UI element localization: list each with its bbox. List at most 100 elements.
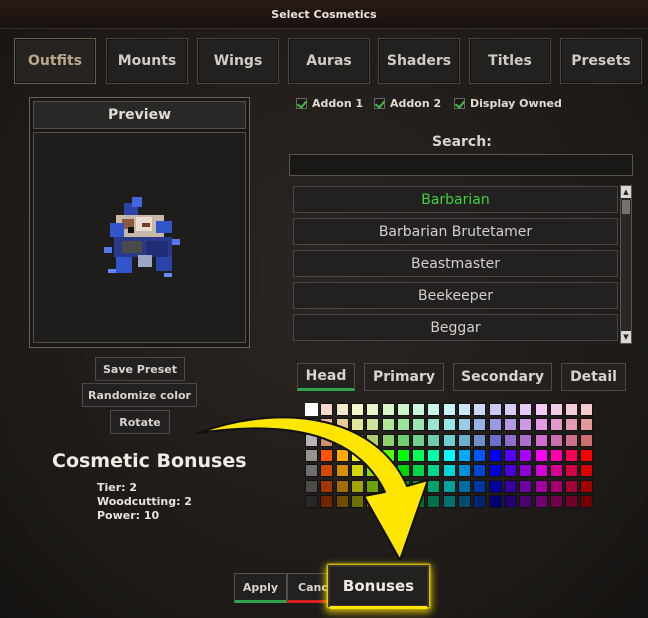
color-swatch[interactable] bbox=[443, 495, 456, 508]
list-item[interactable]: Beekeeper bbox=[293, 282, 618, 309]
color-swatch[interactable] bbox=[412, 464, 425, 477]
color-swatch[interactable] bbox=[351, 495, 364, 508]
color-swatch[interactable] bbox=[565, 464, 578, 477]
apply-button[interactable]: Apply bbox=[234, 573, 287, 603]
color-swatch[interactable] bbox=[504, 464, 517, 477]
color-swatch[interactable] bbox=[535, 495, 548, 508]
color-swatch[interactable] bbox=[443, 403, 456, 416]
color-swatch[interactable] bbox=[473, 480, 486, 493]
color-swatch[interactable] bbox=[535, 434, 548, 447]
color-swatch[interactable] bbox=[305, 434, 318, 447]
color-swatch[interactable] bbox=[458, 464, 471, 477]
color-swatch[interactable] bbox=[458, 403, 471, 416]
color-swatch[interactable] bbox=[565, 418, 578, 431]
color-swatch[interactable] bbox=[504, 418, 517, 431]
color-swatch[interactable] bbox=[366, 449, 379, 462]
color-swatch[interactable] bbox=[336, 449, 349, 462]
color-swatch[interactable] bbox=[427, 449, 440, 462]
color-swatch[interactable] bbox=[397, 480, 410, 493]
color-swatch[interactable] bbox=[550, 480, 563, 493]
color-swatch[interactable] bbox=[412, 434, 425, 447]
tab-auras[interactable]: Auras bbox=[288, 38, 370, 84]
color-swatch[interactable] bbox=[427, 464, 440, 477]
color-swatch[interactable] bbox=[443, 434, 456, 447]
triangle-down-icon[interactable]: ▼ bbox=[621, 331, 631, 343]
color-swatch[interactable] bbox=[366, 403, 379, 416]
color-swatch[interactable] bbox=[443, 480, 456, 493]
color-swatch[interactable] bbox=[519, 464, 532, 477]
color-swatch[interactable] bbox=[305, 495, 318, 508]
list-item[interactable]: Barbarian Brutetamer bbox=[293, 218, 618, 245]
color-swatch[interactable] bbox=[320, 418, 333, 431]
color-swatch[interactable] bbox=[535, 403, 548, 416]
color-swatch[interactable] bbox=[550, 434, 563, 447]
color-swatch[interactable] bbox=[382, 418, 395, 431]
color-swatch[interactable] bbox=[473, 464, 486, 477]
color-swatch[interactable] bbox=[305, 480, 318, 493]
color-swatch[interactable] bbox=[473, 449, 486, 462]
color-swatch[interactable] bbox=[351, 480, 364, 493]
color-swatch[interactable] bbox=[336, 403, 349, 416]
color-swatch[interactable] bbox=[382, 449, 395, 462]
color-swatch[interactable] bbox=[565, 480, 578, 493]
color-swatch[interactable] bbox=[397, 418, 410, 431]
color-swatch[interactable] bbox=[336, 480, 349, 493]
color-swatch[interactable] bbox=[489, 495, 502, 508]
color-swatch[interactable] bbox=[580, 495, 593, 508]
color-swatch[interactable] bbox=[320, 495, 333, 508]
tab-wings[interactable]: Wings bbox=[197, 38, 279, 84]
color-swatch[interactable] bbox=[504, 480, 517, 493]
color-swatch[interactable] bbox=[397, 434, 410, 447]
color-swatch[interactable] bbox=[366, 464, 379, 477]
bonuses-button[interactable]: Bonuses bbox=[328, 565, 429, 609]
color-swatch[interactable] bbox=[580, 464, 593, 477]
color-swatch[interactable] bbox=[305, 449, 318, 462]
scroll-thumb[interactable] bbox=[622, 200, 630, 214]
color-swatch[interactable] bbox=[473, 418, 486, 431]
color-swatch[interactable] bbox=[458, 495, 471, 508]
addon2-checkbox[interactable]: Addon 2 bbox=[374, 97, 441, 110]
color-swatch[interactable] bbox=[458, 434, 471, 447]
color-swatch[interactable] bbox=[565, 403, 578, 416]
color-swatch[interactable] bbox=[443, 449, 456, 462]
color-swatch[interactable] bbox=[550, 403, 563, 416]
color-swatch[interactable] bbox=[366, 434, 379, 447]
color-swatch[interactable] bbox=[320, 464, 333, 477]
color-swatch[interactable] bbox=[489, 434, 502, 447]
color-swatch[interactable] bbox=[565, 449, 578, 462]
color-swatch[interactable] bbox=[336, 495, 349, 508]
color-swatch[interactable] bbox=[519, 403, 532, 416]
color-swatch[interactable] bbox=[427, 418, 440, 431]
color-swatch[interactable] bbox=[366, 495, 379, 508]
color-swatch[interactable] bbox=[412, 418, 425, 431]
color-swatch[interactable] bbox=[519, 418, 532, 431]
color-swatch[interactable] bbox=[382, 403, 395, 416]
color-swatch[interactable] bbox=[427, 495, 440, 508]
color-swatch[interactable] bbox=[519, 480, 532, 493]
color-swatch[interactable] bbox=[458, 480, 471, 493]
color-swatch[interactable] bbox=[397, 495, 410, 508]
color-swatch[interactable] bbox=[427, 480, 440, 493]
color-swatch[interactable] bbox=[550, 495, 563, 508]
color-swatch[interactable] bbox=[535, 480, 548, 493]
color-swatch[interactable] bbox=[382, 495, 395, 508]
list-scrollbar[interactable]: ▲ ▼ bbox=[620, 185, 632, 344]
color-swatch[interactable] bbox=[351, 449, 364, 462]
color-swatch[interactable] bbox=[473, 434, 486, 447]
tab-mounts[interactable]: Mounts bbox=[106, 38, 188, 84]
color-swatch[interactable] bbox=[412, 495, 425, 508]
color-swatch[interactable] bbox=[458, 418, 471, 431]
rotate-button[interactable]: Rotate bbox=[110, 410, 170, 434]
color-swatch[interactable] bbox=[458, 449, 471, 462]
color-swatch[interactable] bbox=[519, 434, 532, 447]
color-swatch[interactable] bbox=[366, 418, 379, 431]
color-swatch[interactable] bbox=[382, 480, 395, 493]
tab-outfits[interactable]: Outfits bbox=[14, 38, 96, 84]
color-swatch[interactable] bbox=[565, 495, 578, 508]
color-swatch[interactable] bbox=[580, 434, 593, 447]
color-swatch[interactable] bbox=[336, 418, 349, 431]
color-swatch[interactable] bbox=[305, 418, 318, 431]
color-swatch[interactable] bbox=[443, 418, 456, 431]
color-swatch[interactable] bbox=[550, 464, 563, 477]
color-swatch[interactable] bbox=[427, 403, 440, 416]
